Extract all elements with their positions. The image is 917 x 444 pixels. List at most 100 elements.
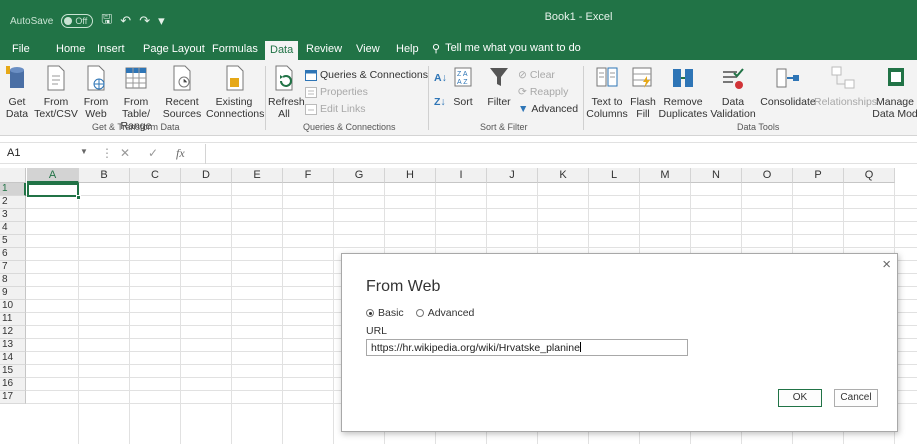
formula-input[interactable] [205, 144, 917, 164]
tab-data[interactable]: Data [265, 41, 299, 60]
row-header-10[interactable]: 10 [0, 300, 26, 313]
filter-button[interactable]: Filter [484, 64, 514, 108]
column-header-f[interactable]: F [283, 168, 334, 183]
existing-connections-button[interactable]: Existing Connections [206, 64, 264, 120]
column-header-c[interactable]: C [130, 168, 181, 183]
row-header-8[interactable]: 8 [0, 274, 26, 287]
tab-formulas[interactable]: Formulas [212, 42, 258, 60]
row-header-4[interactable]: 4 [0, 222, 26, 235]
gridline-horizontal [26, 208, 917, 209]
column-header-e[interactable]: E [232, 168, 283, 183]
queries-connections-label: Queries & Connections [320, 69, 428, 81]
consolidate-icon [776, 68, 799, 88]
column-header-q[interactable]: Q [844, 168, 895, 183]
column-header-b[interactable]: B [79, 168, 130, 183]
url-value: https://hr.wikipedia.org/wiki/Hrvatske_p… [371, 342, 580, 354]
close-icon[interactable]: × [882, 256, 891, 273]
row-header-2[interactable]: 2 [0, 196, 26, 209]
data-validation-button[interactable]: Data Validation [708, 64, 758, 120]
tell-me-box[interactable]: ⚲ Tell me what you want to do [432, 42, 581, 55]
get-data-button[interactable]: Get Data [2, 64, 32, 120]
cancel-icon[interactable]: ✕ [120, 146, 130, 160]
from-text-csv-button[interactable]: From Text/CSV [32, 64, 80, 120]
column-header-j[interactable]: J [487, 168, 538, 183]
from-web-dialog: × From Web Basic Advanced URL https://hr… [341, 253, 898, 432]
fill-handle[interactable] [76, 195, 81, 200]
database-icon [6, 66, 24, 88]
flash-fill-label: Flash Fill [630, 96, 656, 120]
column-header-n[interactable]: N [691, 168, 742, 183]
edit-links-icon [305, 103, 317, 115]
consolidate-button[interactable]: Consolidate [760, 64, 816, 108]
row-header-12[interactable]: 12 [0, 326, 26, 339]
column-header-o[interactable]: O [742, 168, 793, 183]
manage-data-model-button[interactable]: Manage Data Mod [870, 64, 917, 120]
existing-connections-icon [226, 65, 244, 91]
text-to-columns-button[interactable]: Text to Columns [586, 64, 628, 120]
flash-fill-button[interactable]: Flash Fill [630, 64, 656, 120]
from-text-csv-label: From Text/CSV [34, 96, 78, 120]
row-header-11[interactable]: 11 [0, 313, 26, 326]
basic-radio[interactable]: Basic [366, 307, 404, 319]
sort-descending-icon[interactable]: Z↓ [434, 96, 446, 108]
row-header-15[interactable]: 15 [0, 365, 26, 378]
radio-selected-icon [366, 309, 374, 317]
enter-icon[interactable]: ✓ [148, 146, 158, 160]
row-header-9[interactable]: 9 [0, 287, 26, 300]
document-title: Book1 - Excel [544, 11, 613, 23]
tab-help[interactable]: Help [396, 42, 419, 60]
row-header-3[interactable]: 3 [0, 209, 26, 222]
column-header-a[interactable]: A [27, 168, 79, 183]
tab-file[interactable]: File [12, 42, 30, 60]
row-header-5[interactable]: 5 [0, 235, 26, 248]
advanced-radio[interactable]: Advanced [415, 307, 474, 319]
refresh-all-label: Refresh All [268, 96, 305, 120]
insert-function-icon[interactable]: fx [176, 146, 185, 161]
row-header-16[interactable]: 16 [0, 378, 26, 391]
sort-button[interactable]: Z AA Z Sort [450, 64, 476, 108]
column-header-l[interactable]: L [589, 168, 640, 183]
relationships-button[interactable]: Relationships [814, 64, 877, 108]
name-box-dropdown-icon[interactable]: ▼ [80, 147, 88, 156]
column-header-g[interactable]: G [334, 168, 385, 183]
advanced-filter-icon: ▼ [518, 103, 529, 115]
select-all-corner[interactable] [0, 168, 26, 183]
advanced-filter-button[interactable]: ▼ Advanced [518, 103, 578, 115]
reapply-button[interactable]: ⟳ Reapply [518, 86, 568, 98]
tab-view[interactable]: View [356, 42, 380, 60]
column-header-p[interactable]: P [793, 168, 844, 183]
column-header-m[interactable]: M [640, 168, 691, 183]
name-box[interactable]: A1 [4, 145, 92, 163]
sort-ascending-icon[interactable]: A↓ [434, 72, 447, 84]
row-header-14[interactable]: 14 [0, 352, 26, 365]
recent-sources-button[interactable]: Recent Sources [160, 64, 204, 120]
cancel-button[interactable]: Cancel [834, 389, 878, 407]
queries-connections-button[interactable]: Queries & Connections [305, 69, 428, 81]
refresh-all-button[interactable]: Refresh All [268, 64, 305, 120]
row-header-17[interactable]: 17 [0, 391, 26, 404]
column-header-h[interactable]: H [385, 168, 436, 183]
row-header-1[interactable]: 1 [0, 183, 26, 196]
remove-duplicates-button[interactable]: Remove Duplicates [658, 64, 708, 120]
url-input[interactable]: https://hr.wikipedia.org/wiki/Hrvatske_p… [366, 339, 688, 356]
row-header-13[interactable]: 13 [0, 339, 26, 352]
clear-button[interactable]: ⊘ Clear [518, 69, 555, 81]
column-header-k[interactable]: K [538, 168, 589, 183]
row-header-6[interactable]: 6 [0, 248, 26, 261]
tab-page-layout[interactable]: Page Layout [143, 42, 205, 60]
row-header-7[interactable]: 7 [0, 261, 26, 274]
more-options-icon: ⋮ [101, 146, 113, 160]
properties-button[interactable]: Properties [305, 86, 368, 98]
tab-insert[interactable]: Insert [97, 42, 125, 60]
column-header-i[interactable]: I [436, 168, 487, 183]
active-cell-a1[interactable] [27, 183, 79, 197]
edit-links-button[interactable]: Edit Links [305, 103, 366, 115]
ok-button[interactable]: OK [778, 389, 822, 407]
gridline-vertical [129, 183, 130, 444]
tab-home[interactable]: Home [56, 42, 85, 60]
from-web-button[interactable]: From Web [80, 64, 112, 120]
column-header-d[interactable]: D [181, 168, 232, 183]
gridline-vertical [231, 183, 232, 444]
table-icon [125, 67, 147, 89]
tab-review[interactable]: Review [306, 42, 342, 60]
